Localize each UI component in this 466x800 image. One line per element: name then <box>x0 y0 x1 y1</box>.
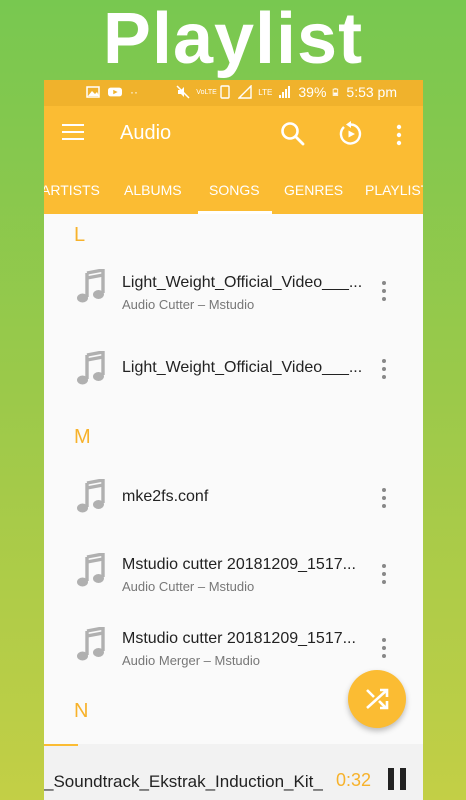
mini-player[interactable]: _Soundtrack_Ekstrak_Induction_Kit_ 0:32 <box>44 744 423 800</box>
tab-songs[interactable]: SONGS <box>209 182 260 198</box>
song-title: Mstudio cutter 20181209_1517... <box>122 556 356 573</box>
now-playing-title: _Soundtrack_Ekstrak_Induction_Kit_ <box>44 772 323 791</box>
more-vert-icon[interactable] <box>380 280 388 302</box>
section-header: L <box>74 224 86 246</box>
status-time: 5:53 pm <box>346 84 397 100</box>
list-item[interactable]: Light_Weight_Official_Video___... <box>44 334 423 404</box>
battery-icon <box>333 88 339 96</box>
song-subtitle: Audio Merger – Mstudio <box>122 653 261 668</box>
song-title: Light_Weight_Official_Video___... <box>122 274 363 291</box>
search-icon[interactable] <box>280 121 306 147</box>
list-item[interactable]: Mstudio cutter 20181209_1517... Audio Cu… <box>44 536 423 606</box>
section-header: N <box>74 700 89 722</box>
song-title: Light_Weight_Official_Video___... <box>122 359 363 376</box>
sim-icon <box>220 85 230 99</box>
replay-icon[interactable] <box>338 121 364 147</box>
signal-icon <box>238 85 252 99</box>
more-vert-icon[interactable] <box>394 123 404 147</box>
music-note-icon <box>77 553 105 587</box>
gallery-icon <box>86 86 100 98</box>
tab-artists[interactable]: ARTISTS <box>44 182 100 198</box>
menu-icon[interactable] <box>62 124 84 144</box>
song-subtitle: Audio Cutter – Mstudio <box>122 297 255 312</box>
status-bar: ·· VoLTE LTE 39% 5:53 pm <box>44 80 423 106</box>
promo-title: Playlist <box>102 0 364 79</box>
app-title: Audio <box>120 122 172 144</box>
playback-time: 0:32 <box>336 770 372 790</box>
song-title: Mstudio cutter 20181209_1517... <box>122 630 356 647</box>
battery-percent: 39% <box>298 84 327 100</box>
section-header: M <box>74 426 91 448</box>
tab-albums[interactable]: ALBUMS <box>124 182 182 198</box>
music-note-icon <box>77 269 105 303</box>
list-item[interactable]: mke2fs.conf <box>44 462 423 532</box>
tab-bar: ARTISTS ALBUMS SONGS GENRES PLAYLISTS <box>44 162 423 214</box>
app-bar: Audio <box>44 106 423 162</box>
song-title: mke2fs.conf <box>122 488 209 505</box>
music-note-icon <box>77 627 105 661</box>
list-item[interactable]: Light_Weight_Official_Video___... Audio … <box>44 252 423 322</box>
shuffle-button[interactable] <box>348 670 406 728</box>
mute-icon <box>176 85 190 99</box>
more-vert-icon[interactable] <box>380 358 388 380</box>
more-vert-icon[interactable] <box>380 563 388 585</box>
list-item[interactable]: Mstudio cutter 20181209_1517... Audio Me… <box>44 610 423 680</box>
volte-label: VoLTE <box>196 88 217 96</box>
music-note-icon <box>77 351 105 385</box>
more-vert-icon[interactable] <box>380 637 388 659</box>
phone-screen: ·· VoLTE LTE 39% 5:53 pm Audio ARTISTS A… <box>44 80 423 800</box>
youtube-icon <box>108 87 122 97</box>
music-note-icon <box>77 479 105 513</box>
tab-playlists[interactable]: PLAYLISTS <box>365 182 423 198</box>
signal-strength-icon <box>279 86 291 98</box>
status-dots: ·· <box>130 85 138 99</box>
tab-indicator <box>198 211 272 214</box>
playback-progress <box>44 744 78 746</box>
tab-genres[interactable]: GENRES <box>284 182 343 198</box>
pause-icon[interactable] <box>388 768 408 790</box>
shuffle-icon <box>366 688 389 710</box>
network-label: LTE <box>258 87 273 97</box>
song-subtitle: Audio Cutter – Mstudio <box>122 579 255 594</box>
more-vert-icon[interactable] <box>380 487 388 509</box>
